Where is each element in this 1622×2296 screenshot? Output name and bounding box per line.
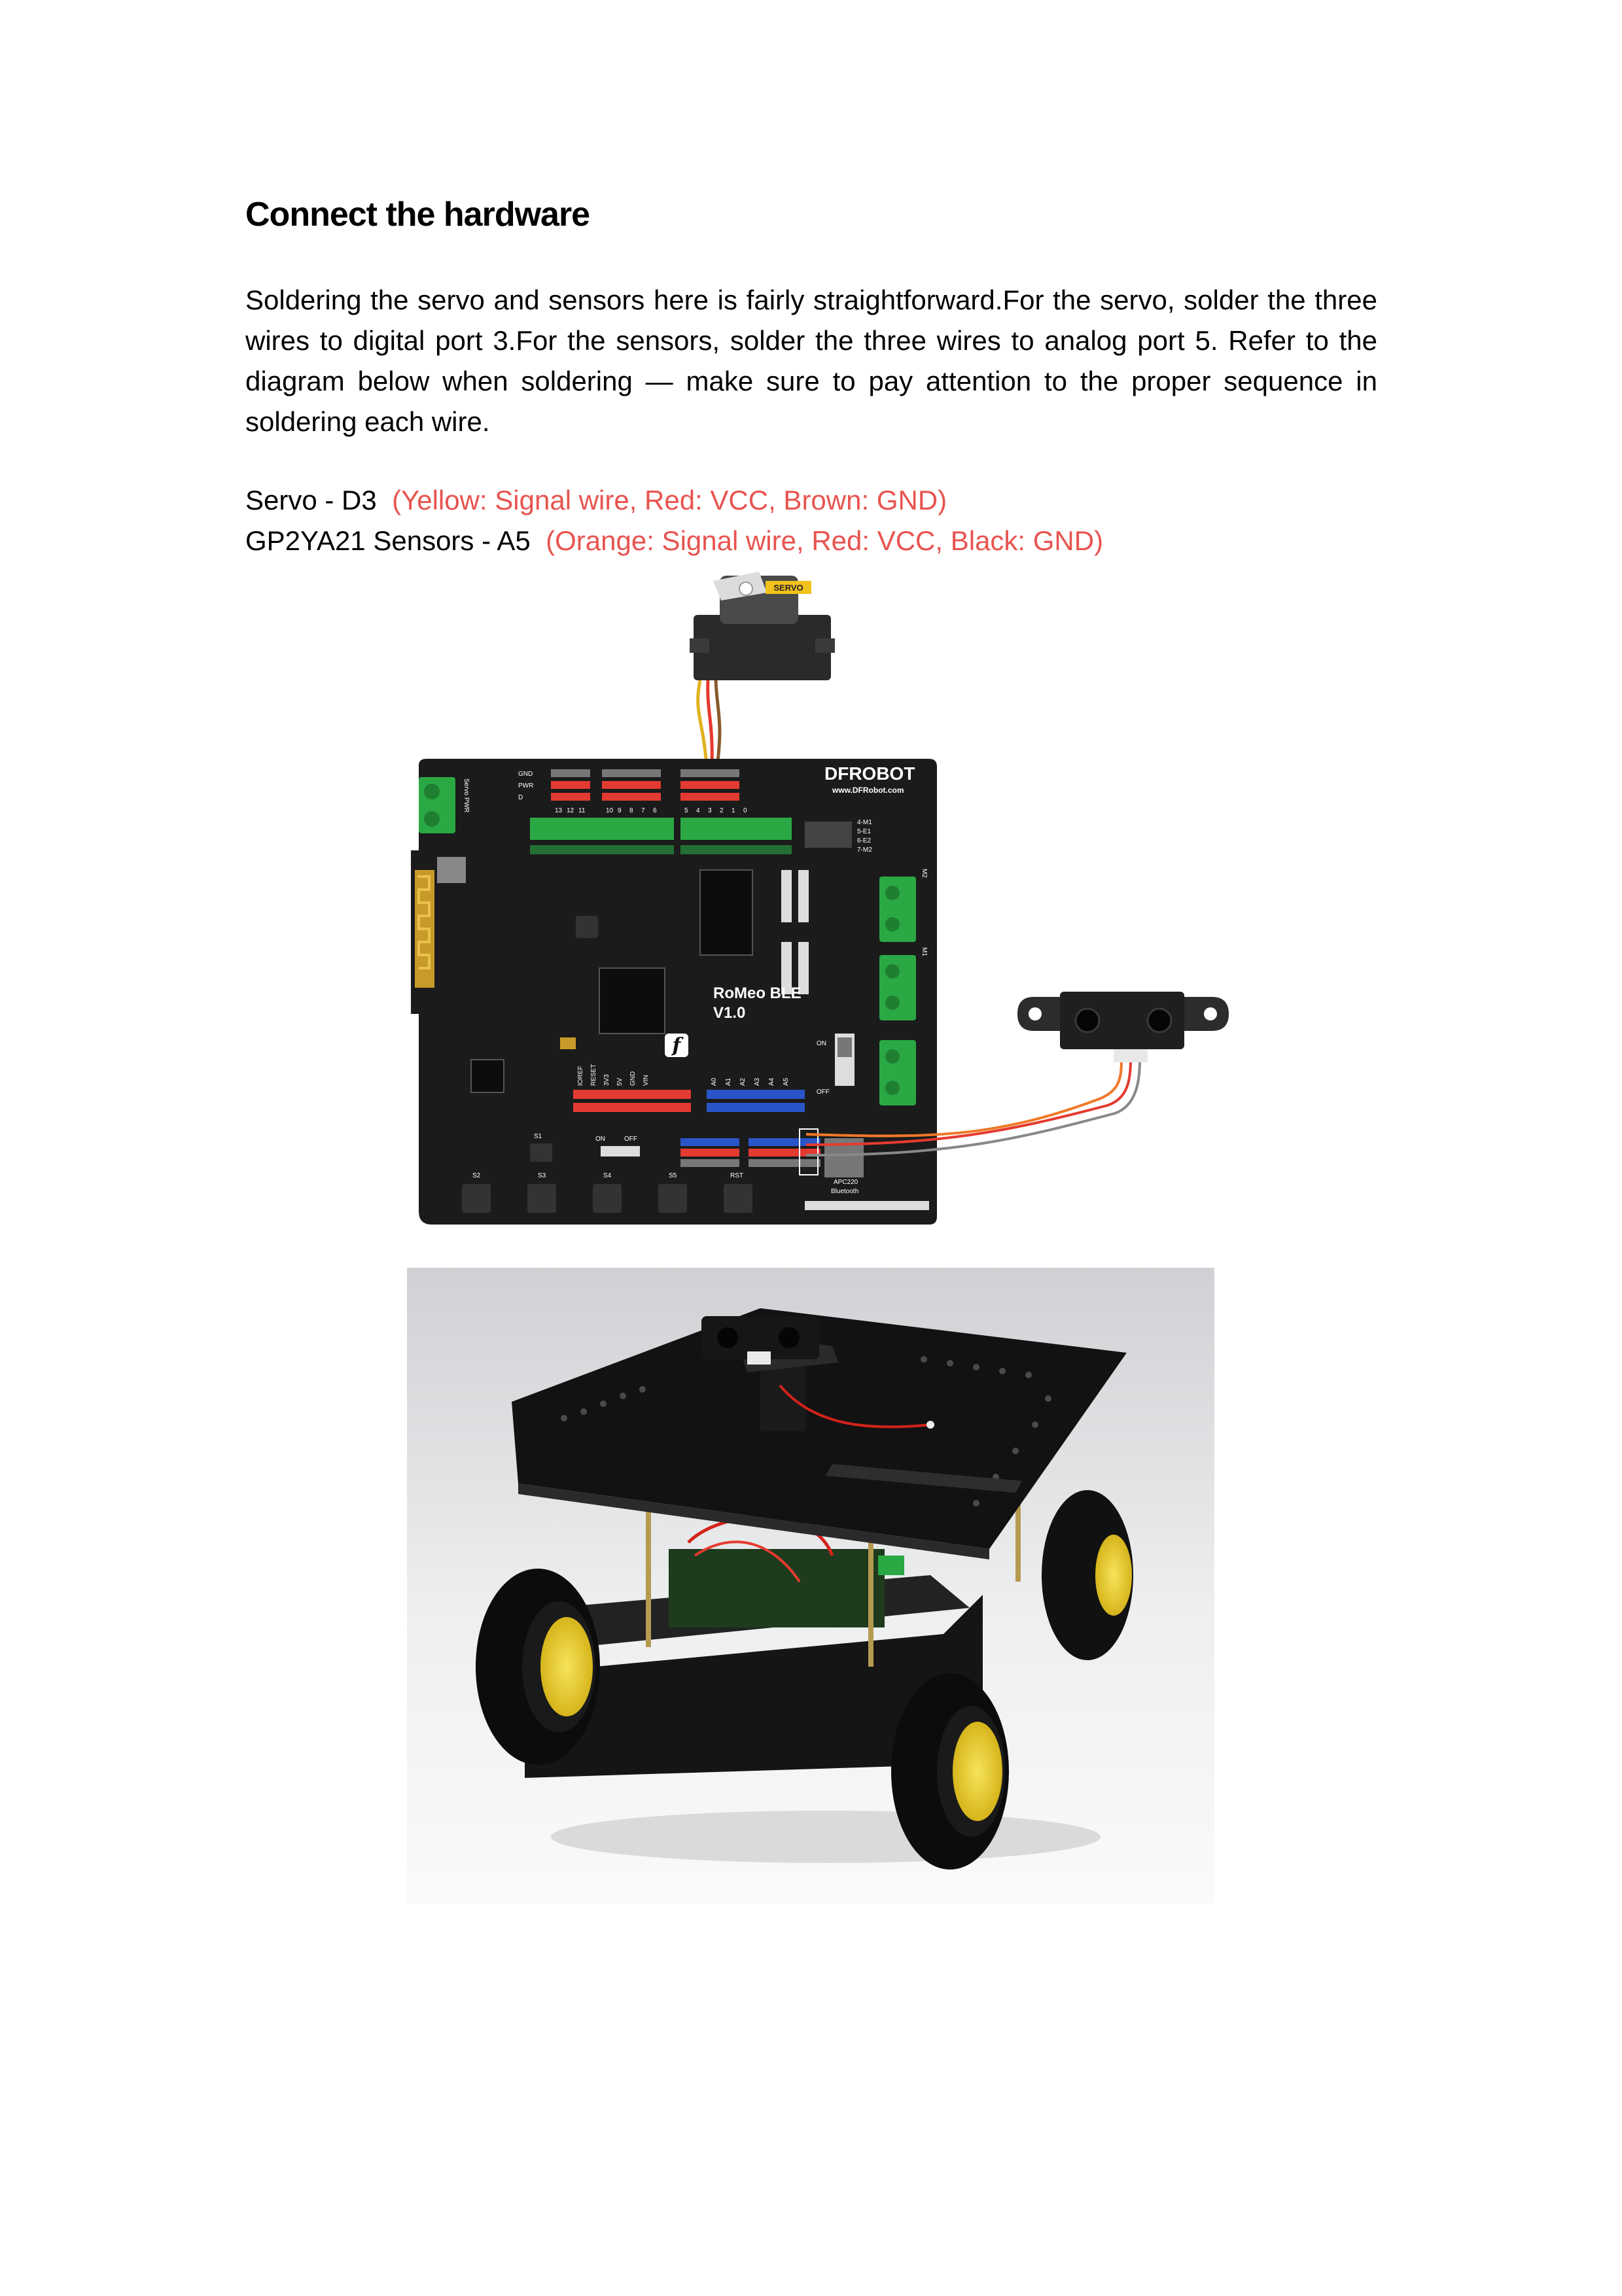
- sensor-wire-colors: (Orange: Signal wire, Red: VCC, Black: G…: [546, 525, 1104, 556]
- svg-text:M1: M1: [921, 947, 928, 956]
- svg-text:OFF: OFF: [624, 1136, 637, 1143]
- instructions-paragraph: Soldering the servo and sensors here is …: [245, 285, 1377, 437]
- svg-text:S1: S1: [534, 1133, 542, 1140]
- svg-text:S2: S2: [472, 1172, 481, 1179]
- board-brand: DFROBOT: [824, 763, 915, 784]
- svg-text:5V: 5V: [616, 1077, 624, 1086]
- digital-pin-label: 6: [653, 807, 657, 814]
- svg-text:Bluetooth: Bluetooth: [831, 1188, 858, 1195]
- svg-text:4-M1: 4-M1: [857, 819, 872, 826]
- servo-motor: SERVO: [690, 572, 835, 680]
- servo-connection-label: Servo - D3: [245, 485, 377, 515]
- digital-pin-label: 3: [708, 807, 712, 814]
- digital-pin-label: 12: [567, 807, 574, 814]
- svg-text:A1: A1: [725, 1077, 732, 1086]
- digital-pin-label: 0: [743, 807, 747, 814]
- digital-pin-label: 11: [578, 807, 586, 814]
- svg-text:RESET: RESET: [590, 1064, 597, 1086]
- digital-pin-label: 1: [732, 807, 735, 814]
- digital-pin-label: 9: [618, 807, 622, 814]
- section-heading: Connect the hardware: [245, 196, 590, 234]
- sensor-connection-label: GP2YA21 Sensors - A5: [245, 525, 531, 556]
- svg-text:S4: S4: [603, 1172, 612, 1179]
- board-model: RoMeo BLE: [713, 984, 802, 1002]
- svg-text:VIN: VIN: [643, 1075, 650, 1086]
- svg-text:6-E2: 6-E2: [857, 837, 872, 844]
- servo-connection-line: Servo - D3 (Yellow: Signal wire, Red: VC…: [245, 480, 947, 521]
- digital-pin-label: 13: [555, 807, 563, 814]
- svg-text:A3: A3: [754, 1077, 761, 1086]
- svg-text:ON: ON: [595, 1136, 605, 1143]
- svg-text:IOREF: IOREF: [577, 1066, 584, 1086]
- servo-wire-colors: (Yellow: Signal wire, Red: VCC, Brown: G…: [392, 485, 947, 515]
- digital-pin-label: 10: [606, 807, 614, 814]
- svg-text:ON: ON: [817, 1040, 826, 1047]
- digital-pin-label: 2: [720, 807, 724, 814]
- digital-pin-label: 5: [684, 807, 688, 814]
- svg-text:A5: A5: [783, 1077, 790, 1086]
- svg-text:RST: RST: [730, 1172, 743, 1179]
- svg-text:7-M2: 7-M2: [857, 846, 872, 854]
- svg-text:S3: S3: [538, 1172, 546, 1179]
- board-url: www.DFRobot.com: [832, 786, 904, 795]
- svg-text:A4: A4: [768, 1077, 775, 1086]
- board-version: V1.0: [713, 1004, 745, 1022]
- digital-pin-label: 8: [629, 807, 633, 814]
- svg-text:GND: GND: [518, 771, 533, 778]
- sensor-connection-line: GP2YA21 Sensors - A5 (Orange: Signal wir…: [245, 521, 1103, 561]
- svg-text:PWR: PWR: [518, 782, 533, 790]
- svg-text:3V3: 3V3: [603, 1074, 610, 1086]
- svg-text:D: D: [518, 794, 523, 801]
- svg-text:APC220: APC220: [834, 1179, 858, 1186]
- svg-text:M2: M2: [921, 869, 928, 878]
- assembled-robot-photo: [407, 1268, 1214, 1904]
- wiring-diagram: SERVO Servo PWR GND PWR D 13 12 11 10 9 …: [406, 563, 1243, 1236]
- svg-text:GND: GND: [629, 1071, 637, 1086]
- digital-pin-label: 7: [641, 807, 645, 814]
- digital-pin-label: 4: [696, 807, 700, 814]
- servo-label: SERVO: [773, 583, 803, 593]
- svg-text:Servo PWR: Servo PWR: [463, 778, 470, 812]
- svg-text:A0: A0: [711, 1077, 718, 1086]
- svg-text:5-E1: 5-E1: [857, 828, 872, 835]
- svg-text:A2: A2: [739, 1077, 747, 1086]
- svg-text:OFF: OFF: [817, 1088, 830, 1096]
- gp2y-distance-sensor: [1017, 992, 1229, 1062]
- svg-text:S5: S5: [669, 1172, 677, 1179]
